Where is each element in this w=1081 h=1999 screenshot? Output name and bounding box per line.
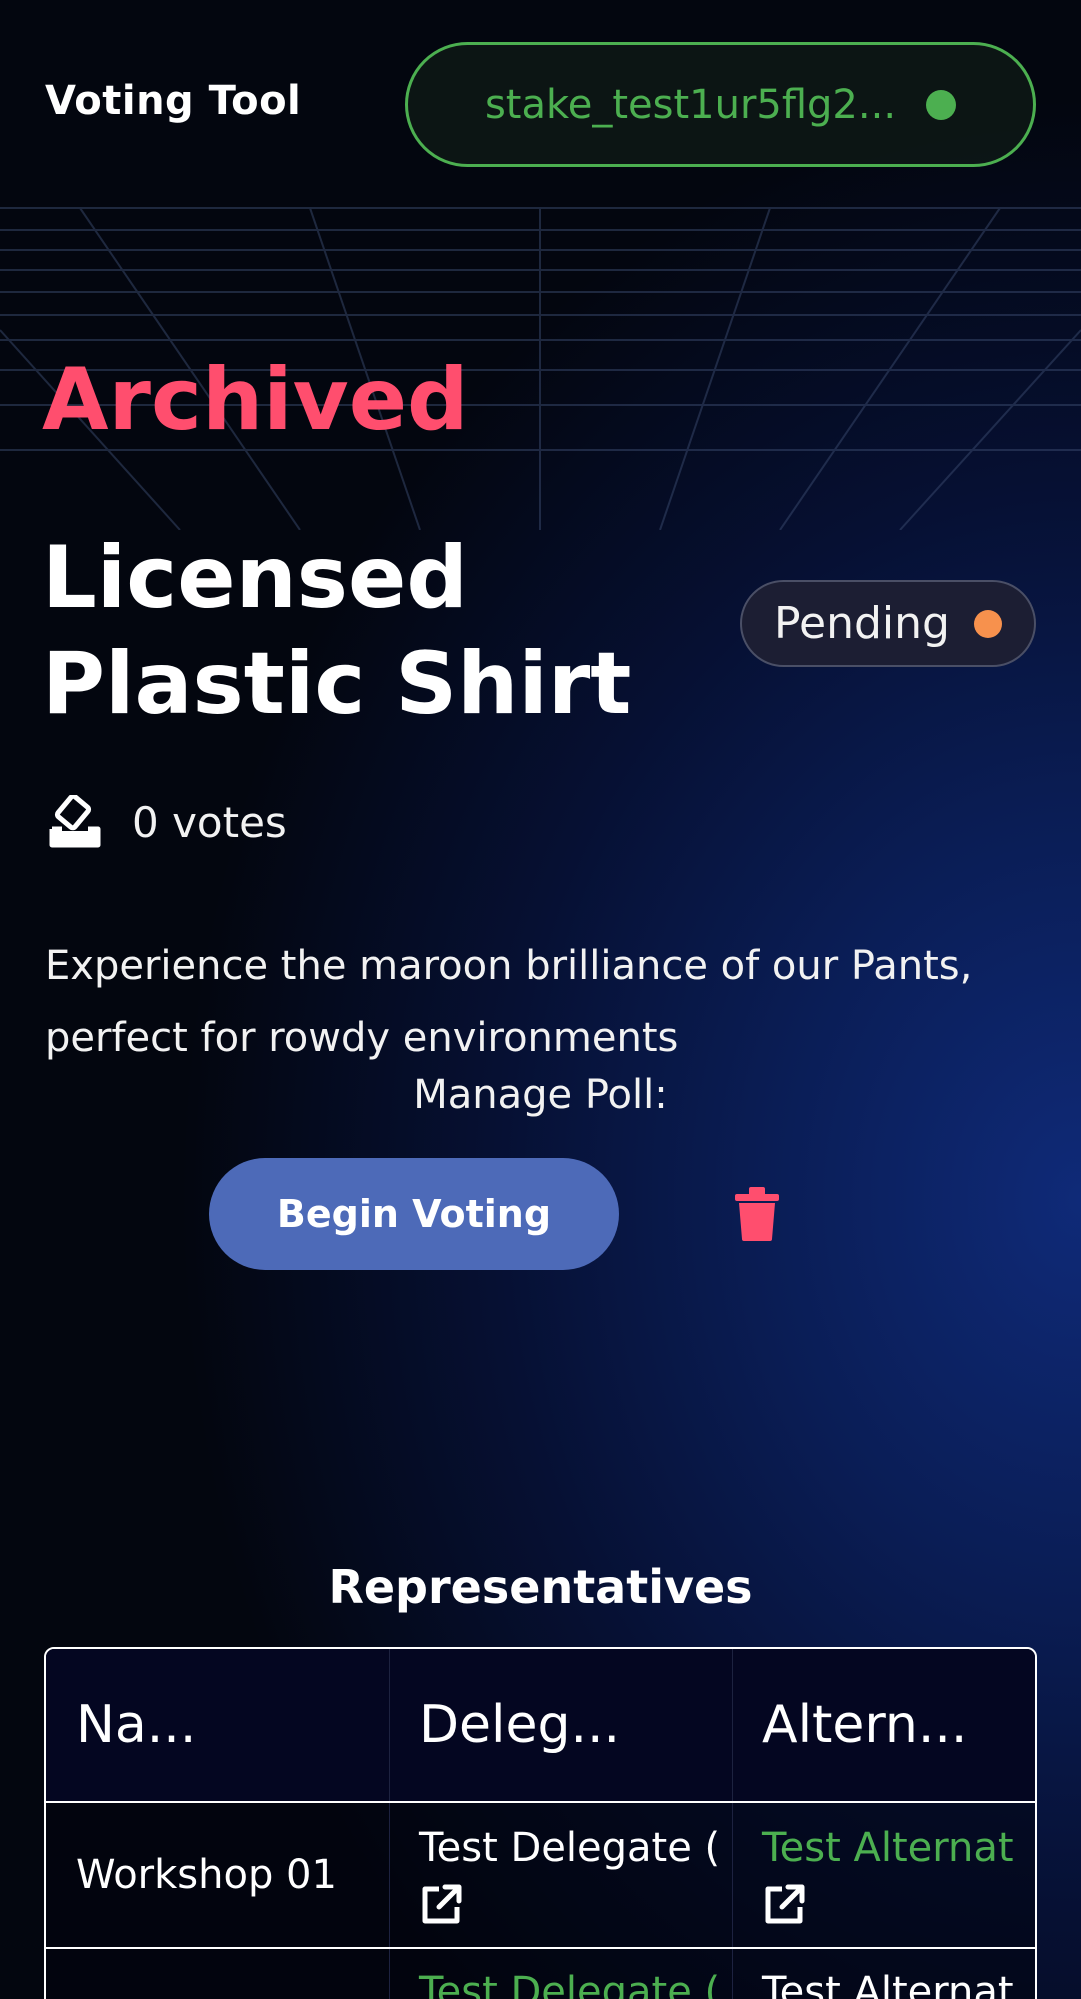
representatives-heading: Representatives [328, 1560, 753, 1614]
cell-delegate: Test Delegate ( [389, 1949, 732, 1999]
ballot-box-icon [49, 795, 101, 848]
wallet-address: stake_test1ur5flg2... [484, 81, 897, 128]
representatives-table: Na... Deleg... Altern... Workshop 01 Tes… [44, 1647, 1037, 1999]
alternate-link[interactable]: Test Alternat [762, 1969, 1014, 1999]
external-link-icon[interactable] [419, 1883, 463, 1927]
archived-label: Archived [42, 350, 469, 450]
table-row: Test Delegate ( Test Alternat [46, 1949, 1035, 1999]
cell-name [46, 1949, 389, 1999]
delegate-link[interactable]: Test Delegate ( [419, 1969, 720, 1999]
manage-poll-label: Manage Poll: [413, 1072, 668, 1118]
status-badge: Pending [740, 580, 1036, 667]
cell-alternate: Test Alternat [732, 1949, 1035, 1999]
table-row: Workshop 01 Test Delegate ( Test Alterna… [46, 1803, 1035, 1949]
cell-alternate: Test Alternat [732, 1803, 1035, 1947]
alternate-link[interactable]: Test Alternat [762, 1825, 1014, 1871]
trash-icon[interactable] [733, 1186, 781, 1242]
cell-delegate: Test Delegate ( [389, 1803, 732, 1947]
column-header-name[interactable]: Na... [46, 1649, 389, 1801]
column-header-delegate[interactable]: Deleg... [389, 1649, 732, 1801]
vote-count-label: 0 votes [132, 797, 287, 847]
app-brand: Voting Tool [45, 78, 302, 124]
delegate-link[interactable]: Test Delegate ( [419, 1825, 720, 1871]
vote-count: 0 votes [48, 795, 287, 849]
wallet-connect-button[interactable]: stake_test1ur5flg2... [405, 42, 1036, 167]
status-badge-label: Pending [774, 598, 950, 649]
cell-name: Workshop 01 [46, 1803, 389, 1947]
begin-voting-button[interactable]: Begin Voting [209, 1158, 619, 1270]
connected-status-dot [926, 89, 957, 120]
poll-title: Licensed Plastic Shirt [42, 528, 632, 734]
poll-description: Experience the maroon brilliance of our … [45, 943, 973, 1061]
external-link-icon[interactable] [762, 1883, 806, 1927]
representative-name: Workshop 01 [76, 1852, 337, 1898]
column-header-alternate[interactable]: Altern... [732, 1649, 1035, 1801]
status-dot [973, 609, 1002, 638]
table-header: Na... Deleg... Altern... [46, 1649, 1035, 1803]
